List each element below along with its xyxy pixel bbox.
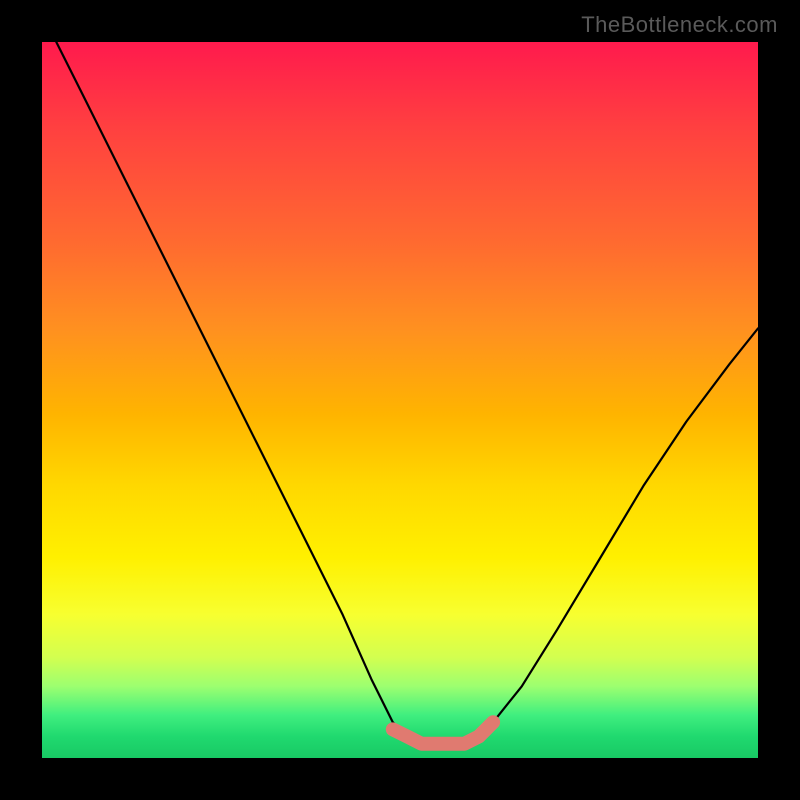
- main-curve: [56, 42, 758, 744]
- plot-area: [42, 42, 758, 758]
- watermark-text: TheBottleneck.com: [581, 12, 778, 38]
- curve-overlay: [42, 42, 758, 758]
- chart-container: TheBottleneck.com: [0, 0, 800, 800]
- bottom-coral-band: [393, 722, 493, 744]
